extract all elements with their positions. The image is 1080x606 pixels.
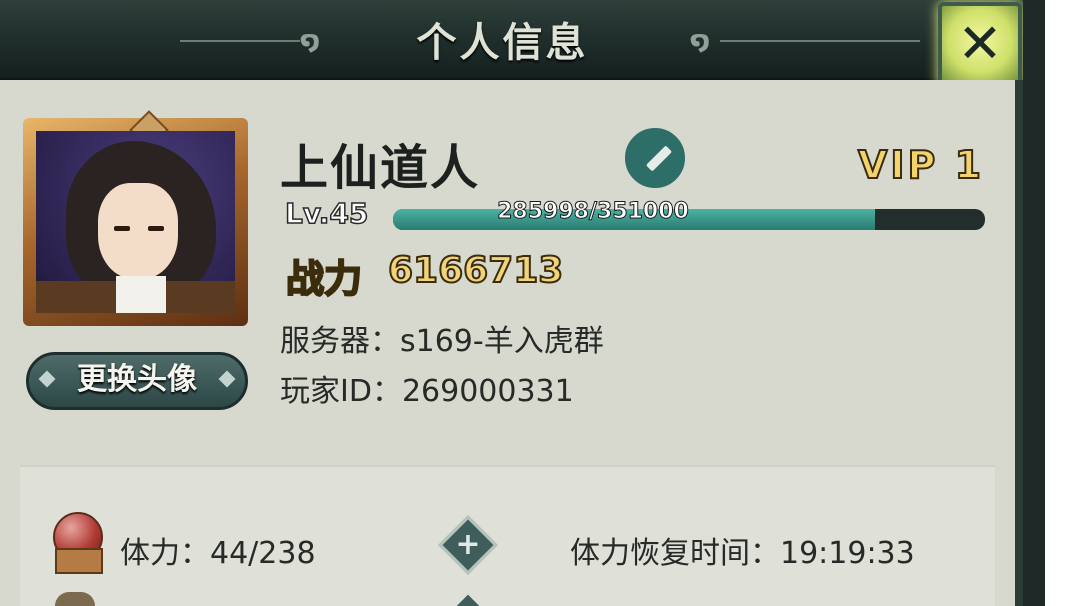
diamond-icon <box>218 370 236 388</box>
power-label: 战力 <box>285 256 363 302</box>
swirl-icon: ໑ <box>690 26 711 56</box>
stamina-recover-time: 体力恢复时间：19:19:33 <box>570 536 915 571</box>
vip-badge: VIP 1 <box>857 142 985 188</box>
stamina-orb-stand-icon <box>55 548 103 574</box>
diamond-icon <box>38 370 56 388</box>
pencil-icon <box>645 145 673 172</box>
plus-icon: + <box>455 527 481 562</box>
change-avatar-label: 更换头像 <box>77 362 197 397</box>
edit-name-button[interactable] <box>622 125 688 191</box>
avatar-collar <box>116 276 166 313</box>
stamina-value: 体力：44/238 <box>120 536 316 571</box>
server-info: 服务器：s169-羊入虎群 <box>280 324 604 359</box>
game-window: ໑ 个人信息 ໑ ✕ 更换头像 上仙道人 VIP 1 Lv.45 285998/… <box>0 0 1045 606</box>
close-icon: ✕ <box>957 12 1003 75</box>
player-name: 上仙道人 <box>280 140 481 196</box>
close-button[interactable]: ✕ <box>938 2 1022 88</box>
power-value: 6166713 <box>387 249 564 292</box>
header-ornament-line <box>720 40 920 42</box>
page-title: 个人信息 <box>416 20 589 66</box>
next-stat-icon <box>55 592 95 606</box>
avatar-eye <box>114 226 130 231</box>
avatar-eye <box>148 226 164 231</box>
player-level: Lv.45 <box>284 196 369 231</box>
panel-side-border <box>1023 0 1045 606</box>
header-bar: ໑ 个人信息 ໑ <box>0 0 1045 81</box>
change-avatar-button[interactable]: 更换头像 <box>26 352 248 410</box>
avatar-frame[interactable] <box>23 110 248 326</box>
avatar-face <box>98 183 178 279</box>
player-id: 玩家ID：269000331 <box>280 374 574 409</box>
exp-text: 285998/351000 <box>497 199 690 225</box>
avatar <box>36 131 235 313</box>
